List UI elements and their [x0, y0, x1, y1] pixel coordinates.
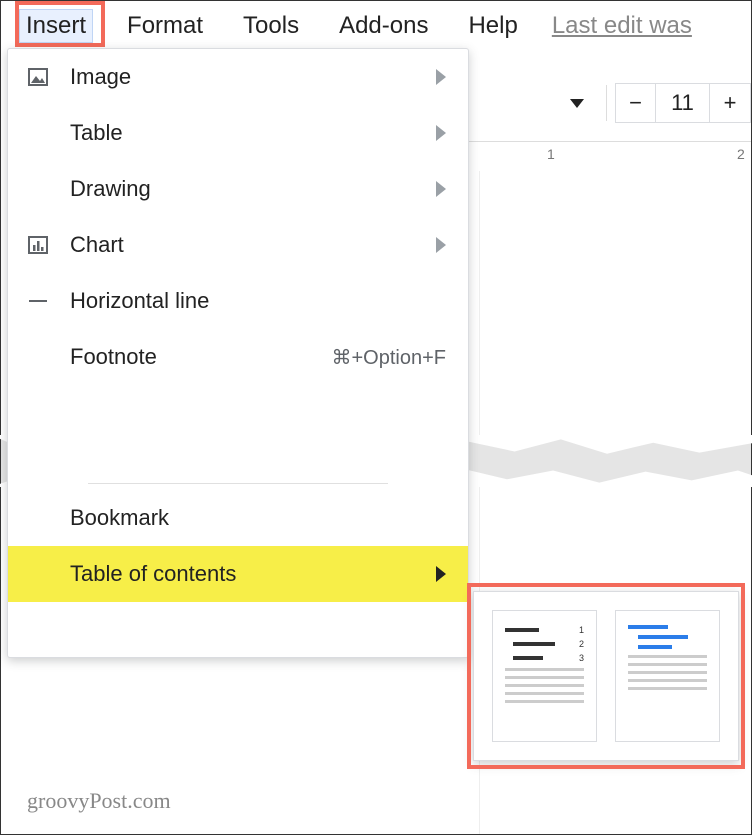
menu-addons[interactable]: Add-ons — [333, 10, 434, 42]
toc-submenu: 1 2 3 — [473, 591, 739, 761]
toc-option-with-page-numbers[interactable]: 1 2 3 — [492, 610, 597, 742]
submenu-caret-icon — [436, 237, 446, 253]
menu-item-label: Table of contents — [70, 561, 436, 587]
toolbar: − 11 + — [570, 83, 751, 123]
menu-separator — [88, 483, 388, 484]
menu-tools[interactable]: Tools — [237, 10, 305, 42]
chart-icon — [26, 233, 70, 257]
insert-dropdown: Image Table Drawing Chart Horizontal lin… — [7, 48, 469, 658]
menu-item-footnote[interactable]: Footnote ⌘+Option+F — [8, 329, 468, 385]
menu-item-bookmark[interactable]: Bookmark — [8, 490, 468, 546]
menu-item-label: Image — [70, 64, 436, 90]
toolbar-separator — [606, 85, 607, 121]
menu-item-label: Chart — [70, 232, 436, 258]
menu-item-label: Horizontal line — [70, 288, 446, 314]
toolbar-dropdown-icon[interactable] — [570, 99, 584, 108]
ruler-tick-2: 2 — [737, 146, 745, 162]
horizontal-line-icon — [26, 289, 70, 313]
menu-insert[interactable]: Insert — [19, 9, 93, 43]
font-size-decrease[interactable]: − — [616, 84, 656, 122]
submenu-caret-icon — [436, 566, 446, 582]
menu-item-image[interactable]: Image — [8, 49, 468, 105]
menubar: Insert Format Tools Add-ons Help Last ed… — [1, 1, 751, 49]
font-size-increase[interactable]: + — [710, 84, 750, 122]
menu-item-shortcut: ⌘+Option+F — [331, 345, 446, 370]
menu-format[interactable]: Format — [121, 10, 209, 42]
submenu-caret-icon — [436, 69, 446, 85]
watermark-label: groovyPost.com — [27, 788, 171, 814]
menu-item-horizontal-line[interactable]: Horizontal line — [8, 273, 468, 329]
menu-item-table-of-contents[interactable]: Table of contents — [8, 546, 468, 602]
menu-item-table[interactable]: Table — [8, 105, 468, 161]
menu-item-label: Footnote — [70, 344, 331, 370]
toc-option-with-links[interactable] — [615, 610, 720, 742]
menu-help[interactable]: Help — [462, 10, 523, 42]
menu-item-label: Table — [70, 120, 436, 146]
ruler-tick-1: 1 — [547, 146, 555, 162]
menu-item-chart[interactable]: Chart — [8, 217, 468, 273]
torn-spacer — [8, 385, 468, 477]
font-size-value[interactable]: 11 — [656, 84, 710, 122]
submenu-caret-icon — [436, 181, 446, 197]
menu-item-drawing[interactable]: Drawing — [8, 161, 468, 217]
ruler: 1 2 — [469, 141, 751, 169]
menu-item-label: Bookmark — [70, 505, 446, 531]
last-edit-link[interactable]: Last edit was — [552, 12, 692, 40]
menu-item-label: Drawing — [70, 176, 436, 202]
submenu-caret-icon — [436, 125, 446, 141]
image-icon — [26, 65, 70, 89]
font-size-stepper: − 11 + — [615, 83, 751, 123]
